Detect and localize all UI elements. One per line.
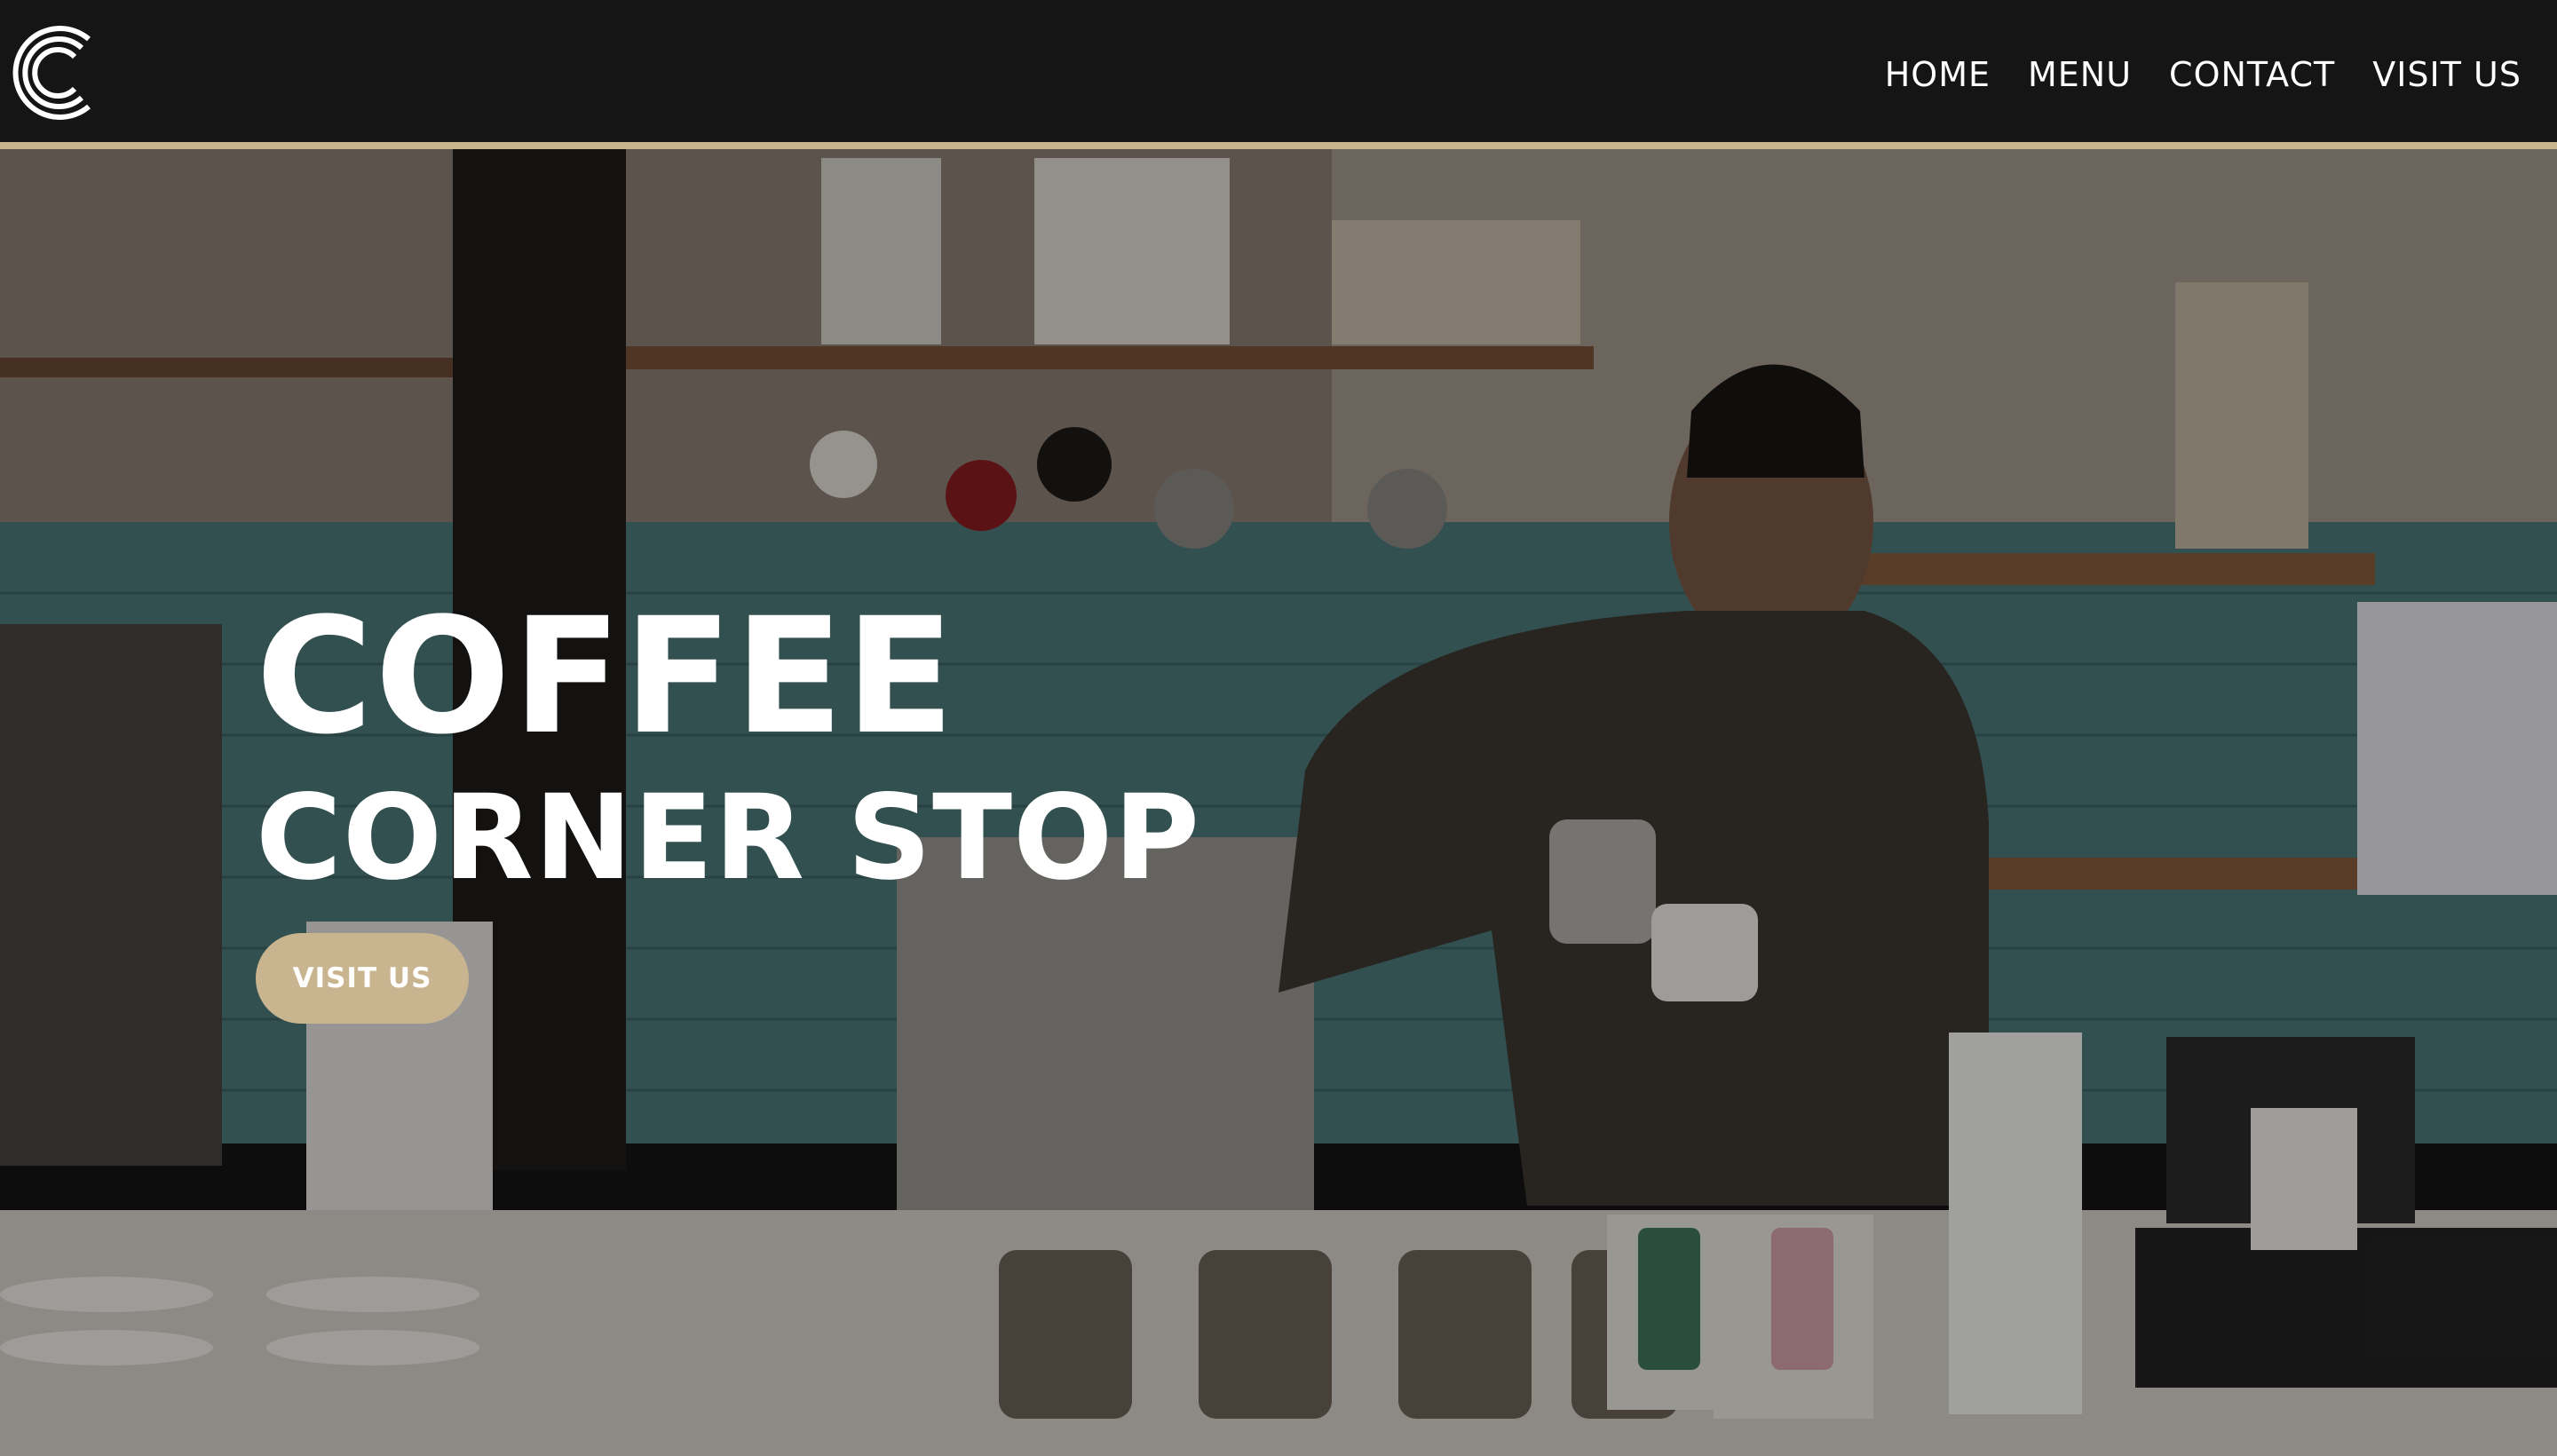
nav-home-link[interactable]: HOME <box>1885 55 1991 94</box>
nav-menu-link[interactable]: MENU <box>2028 55 2132 94</box>
hero-title-line2: CORNER STOP <box>256 770 1201 906</box>
c-rings-logo-icon[interactable] <box>7 20 101 126</box>
hero-section: COFFEE CORNER STOP VISIT US <box>0 149 2557 1456</box>
main-nav: HOME MENU CONTACT VISIT US <box>1885 55 2521 94</box>
visit-us-button[interactable]: VISIT US <box>256 933 469 1024</box>
nav-visit-us-link[interactable]: VISIT US <box>2372 55 2521 94</box>
nav-contact-link[interactable]: CONTACT <box>2169 55 2335 94</box>
top-nav-bar: HOME MENU CONTACT VISIT US <box>0 0 2557 149</box>
hero-title-line1: COFFEE <box>256 584 956 770</box>
